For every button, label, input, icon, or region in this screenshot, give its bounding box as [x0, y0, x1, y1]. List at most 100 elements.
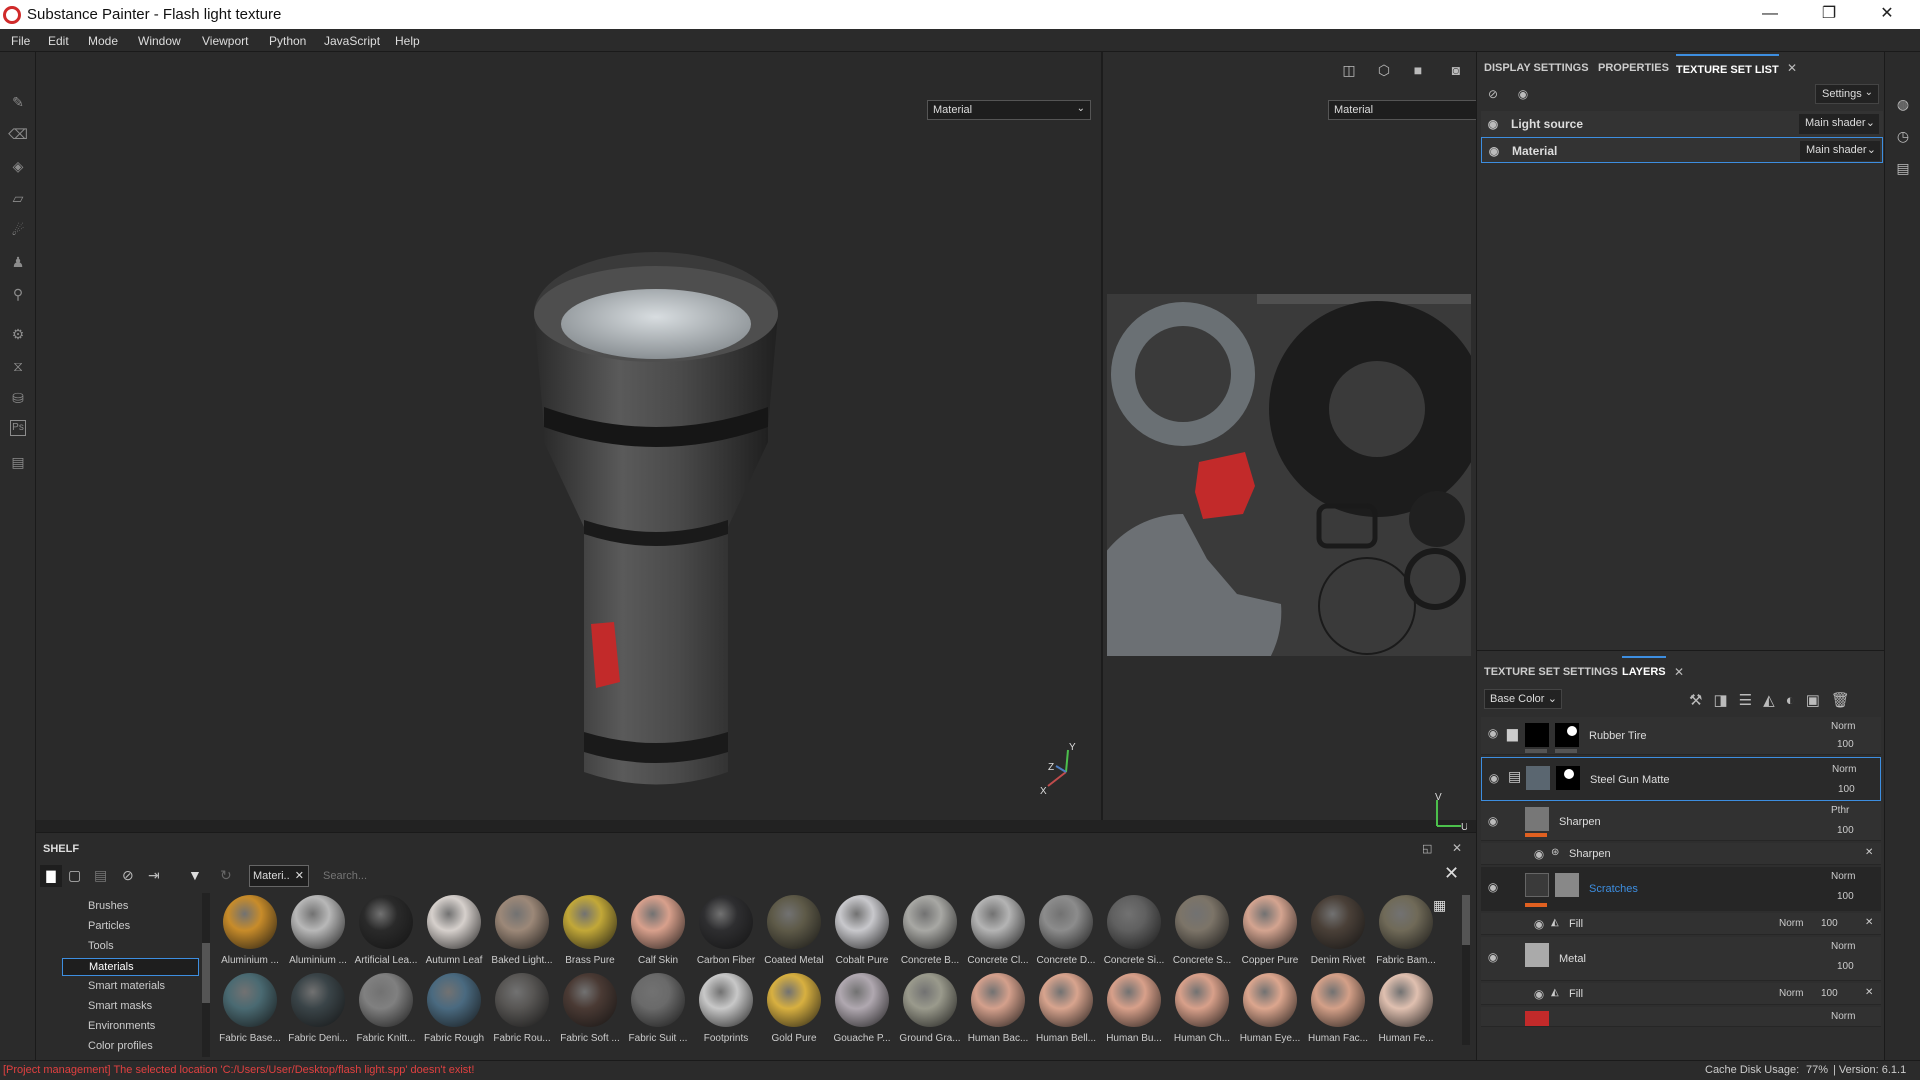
- new-folder-icon[interactable]: ▢: [68, 867, 81, 884]
- category-smart-materials[interactable]: Smart materials: [62, 978, 199, 996]
- material-thumbnail[interactable]: Aluminium ...: [216, 895, 284, 966]
- material-thumbnail[interactable]: Denim Rivet: [1304, 895, 1372, 966]
- visibility-eye-icon[interactable]: ◉: [1531, 988, 1547, 1000]
- material-thumbnail[interactable]: Fabric Deni...: [284, 973, 352, 1044]
- materials-icon[interactable]: ⛁: [8, 388, 28, 408]
- material-thumbnail[interactable]: Concrete Cl...: [964, 895, 1032, 966]
- channel-dropdown[interactable]: Base Color ⌄: [1484, 689, 1562, 709]
- minimize-button[interactable]: —: [1747, 2, 1793, 26]
- grid-view-icon[interactable]: ▦: [1433, 897, 1446, 914]
- viewport-2d-channel-dropdown[interactable]: Material⌄: [1328, 100, 1492, 120]
- category-scrollbar[interactable]: [202, 893, 210, 1057]
- category-brushes[interactable]: Brushes: [62, 898, 199, 916]
- visibility-eye-icon[interactable]: ◉: [1485, 815, 1501, 827]
- filter-icon[interactable]: ▼: [188, 867, 202, 883]
- folder-icon[interactable]: ▇: [40, 865, 62, 887]
- viewport-3d[interactable]: Material ⌄ Y Z X: [36, 52, 1103, 820]
- material-thumbnail[interactable]: Footprints: [692, 973, 760, 1044]
- blend-mode[interactable]: Norm: [1831, 1011, 1855, 1022]
- texture-set-row[interactable]: ◉ Light source Main shader ⌄: [1481, 111, 1883, 137]
- opacity[interactable]: 100: [1837, 825, 1854, 836]
- material-thumbnail[interactable]: Human Fe...: [1372, 973, 1440, 1044]
- blend-mode[interactable]: Norm: [1831, 941, 1855, 952]
- viewport-2d[interactable]: Material⌄ V U: [1103, 52, 1492, 832]
- visibility-eye-icon[interactable]: ◉: [1531, 848, 1547, 860]
- menu-file[interactable]: File: [11, 34, 30, 48]
- polygon-fill-icon[interactable]: ▱: [8, 188, 28, 208]
- material-scrollbar[interactable]: [1462, 895, 1470, 1045]
- import-icon[interactable]: ⇥: [148, 867, 160, 884]
- material-thumbnail[interactable]: Coated Metal: [760, 895, 828, 966]
- show-all-icon[interactable]: ◉: [1515, 88, 1531, 100]
- material-thumbnail[interactable]: Human Fac...: [1304, 973, 1372, 1044]
- remove-effect-icon[interactable]: ✕: [1865, 987, 1873, 998]
- layer-row[interactable]: ◉ Metal Norm 100: [1481, 937, 1881, 981]
- viewport-3d-channel-dropdown[interactable]: Material ⌄: [927, 100, 1091, 120]
- material-thumbnail[interactable]: Human Eye...: [1236, 973, 1304, 1044]
- blend-mode[interactable]: Pthr: [1831, 805, 1849, 816]
- category-environments[interactable]: Environments: [62, 1018, 199, 1036]
- clone-stamp-icon[interactable]: ♟: [8, 252, 28, 272]
- remove-effect-icon[interactable]: ✕: [1865, 917, 1873, 928]
- document-icon[interactable]: ▤: [8, 452, 28, 472]
- visibility-eye-icon[interactable]: ◉: [1486, 145, 1502, 157]
- blend-mode[interactable]: Norm: [1831, 721, 1855, 732]
- blend-mode[interactable]: Norm: [1779, 918, 1803, 929]
- opacity[interactable]: 100: [1821, 918, 1838, 929]
- category-particles[interactable]: Particles: [62, 918, 199, 936]
- material-thumbnail[interactable]: Fabric Rough: [420, 973, 488, 1044]
- material-thumbnail[interactable]: Gouache P...: [828, 973, 896, 1044]
- close-shelf-icon[interactable]: ✕: [1452, 841, 1462, 855]
- tab-properties[interactable]: PROPERTIES: [1598, 62, 1669, 74]
- material-thumbnail[interactable]: Human Bu...: [1100, 973, 1168, 1044]
- blend-mode[interactable]: Norm: [1779, 988, 1803, 999]
- material-thumbnail[interactable]: Carbon Fiber: [692, 895, 760, 966]
- delete-layer-icon[interactable]: 🗑: [1831, 692, 1861, 709]
- filter-tag[interactable]: Materi.. ✕: [249, 865, 309, 887]
- material-thumbnail[interactable]: Fabric Knitt...: [352, 973, 420, 1044]
- visibility-eye-icon[interactable]: ◉: [1486, 772, 1502, 784]
- menu-mode[interactable]: Mode: [88, 34, 118, 48]
- hide-all-icon[interactable]: ⊘: [1485, 88, 1501, 100]
- add-mask-generator-icon[interactable]: ◐: [1786, 692, 1806, 709]
- log-icon[interactable]: ▤: [1893, 158, 1913, 178]
- menu-window[interactable]: Window: [138, 34, 181, 48]
- material-thumbnail[interactable]: Cobalt Pure: [828, 895, 896, 966]
- material-thumbnail[interactable]: Ground Gra...: [896, 973, 964, 1044]
- remove-filter-icon[interactable]: ✕: [295, 869, 304, 882]
- camera-icon[interactable]: ■: [1408, 60, 1428, 80]
- texture-set-row[interactable]: ◉ Material Main shader ⌄: [1481, 137, 1883, 163]
- material-thumbnail[interactable]: Fabric Suit ...: [624, 973, 692, 1044]
- tab-texture-set-settings[interactable]: TEXTURE SET SETTINGS: [1484, 666, 1618, 678]
- material-thumbnail[interactable]: Baked Light...: [488, 895, 556, 966]
- smudge-icon[interactable]: ☄: [8, 220, 28, 240]
- effect-row[interactable]: ◉ ◭ Fill Norm 100 ✕: [1481, 983, 1881, 1005]
- material-thumbnail[interactable]: Fabric Rou...: [488, 973, 556, 1044]
- material-thumbnail[interactable]: Fabric Bam...: [1372, 895, 1440, 966]
- view-cube-icon[interactable]: ⬡: [1374, 60, 1394, 80]
- category-tools[interactable]: Tools: [62, 938, 199, 956]
- projection-icon[interactable]: ◈: [8, 156, 28, 176]
- material-thumbnail[interactable]: Artificial Lea...: [352, 895, 420, 966]
- layer-row[interactable]: ◉ ▆ Rubber Tire Norm 100: [1481, 717, 1881, 755]
- visibility-eye-icon[interactable]: ◉: [1485, 881, 1501, 893]
- add-layer-icon[interactable]: ☰: [1739, 692, 1763, 709]
- material-thumbnail[interactable]: Human Bac...: [964, 973, 1032, 1044]
- photoshop-icon[interactable]: Ps: [10, 420, 26, 436]
- layer-row[interactable]: ◉ Scratches Norm 100: [1481, 867, 1881, 911]
- material-thumbnail[interactable]: Aluminium ...: [284, 895, 352, 966]
- color-picker-icon[interactable]: ⚲: [8, 284, 28, 304]
- close-button[interactable]: ✕: [1864, 2, 1910, 26]
- blend-mode[interactable]: Norm: [1832, 764, 1856, 775]
- opacity[interactable]: 100: [1821, 988, 1838, 999]
- shelf-search-input[interactable]: [319, 866, 1454, 886]
- layer-row[interactable]: Norm: [1481, 1007, 1881, 1027]
- material-thumbnail[interactable]: Brass Pure: [556, 895, 624, 966]
- material-thumbnail[interactable]: Calf Skin: [624, 895, 692, 966]
- add-mask-icon[interactable]: ◨: [1713, 692, 1738, 709]
- menu-edit[interactable]: Edit: [48, 34, 69, 48]
- material-thumbnail[interactable]: Gold Pure: [760, 973, 828, 1044]
- material-thumbnail[interactable]: Fabric Base...: [216, 973, 284, 1044]
- category-smart-masks[interactable]: Smart masks: [62, 998, 199, 1016]
- material-thumbnail[interactable]: Autumn Leaf: [420, 895, 488, 966]
